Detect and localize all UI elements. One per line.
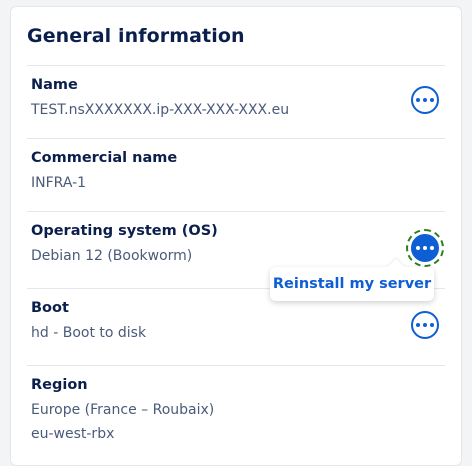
- commercial-name-label: Commercial name: [31, 150, 178, 166]
- divider: [27, 138, 445, 139]
- name-more-options-button[interactable]: [411, 86, 439, 114]
- more-options-icon: [416, 246, 434, 250]
- divider: [27, 211, 445, 212]
- os-more-options-button[interactable]: [411, 234, 439, 262]
- region-code: eu-west-rbx: [31, 426, 115, 442]
- name-label: Name: [31, 77, 78, 93]
- os-label: Operating system (OS): [31, 223, 218, 239]
- more-options-icon: [416, 98, 434, 102]
- more-options-icon: [416, 323, 434, 327]
- region-label: Region: [31, 377, 88, 393]
- divider: [27, 365, 445, 366]
- name-value: TEST.nsXXXXXXX.ip-XXX-XXX-XXX.eu: [31, 102, 290, 118]
- general-information-card: General information Name TEST.nsXXXXXXX.…: [10, 6, 462, 466]
- reinstall-server-label: Reinstall my server: [272, 276, 432, 292]
- boot-value: hd - Boot to disk: [31, 325, 147, 341]
- card-title: General information: [27, 25, 245, 47]
- commercial-name-value: INFRA-1: [31, 175, 87, 191]
- boot-more-options-button[interactable]: [411, 311, 439, 339]
- os-value: Debian 12 (Bookworm): [31, 248, 193, 264]
- region-value: Europe (France – Roubaix): [31, 402, 215, 418]
- reinstall-server-menu-item[interactable]: Reinstall my server: [270, 267, 434, 301]
- divider: [27, 65, 445, 66]
- boot-label: Boot: [31, 300, 69, 316]
